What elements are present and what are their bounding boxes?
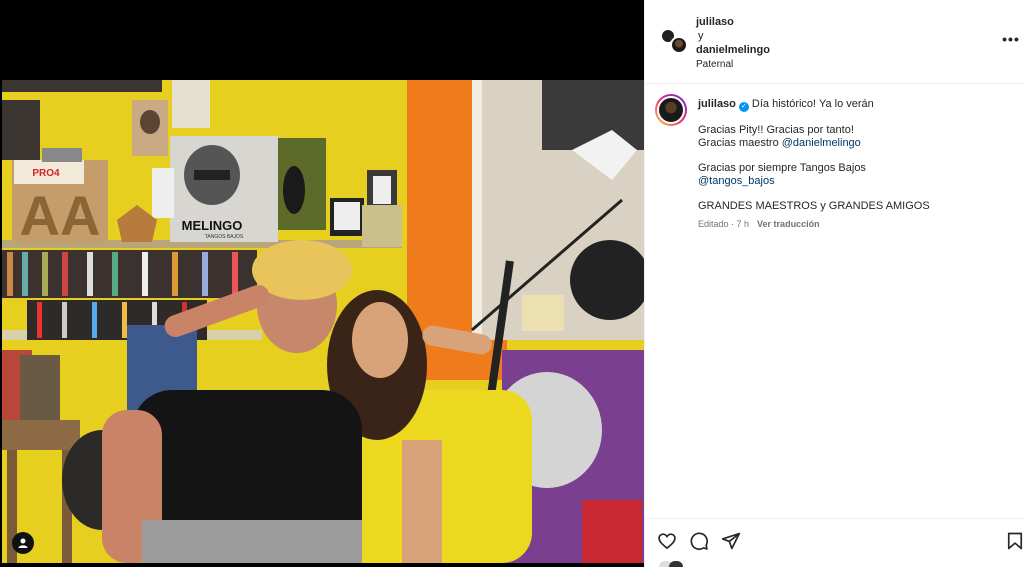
caption-line: GRANDES MAESTROS y GRANDES AMIGOS	[698, 200, 930, 212]
bookmark-icon	[1007, 532, 1023, 550]
more-horizontal-icon: •••	[1002, 31, 1020, 47]
username-link[interactable]: julilaso	[696, 15, 770, 29]
post-media: MELINGO TANGOS BAJOS AA PRO4	[0, 0, 644, 567]
svg-text:AA: AA	[20, 184, 101, 247]
tagged-users-button[interactable]	[12, 532, 34, 554]
verified-badge-icon: ✓	[738, 102, 749, 112]
collab-names: julilaso y danielmelingo Paternal	[696, 15, 770, 72]
edited-timestamp: Editado · 7 h	[698, 219, 750, 229]
avatar[interactable]	[670, 36, 688, 54]
save-button[interactable]	[1005, 531, 1024, 551]
caption-line: Gracias Pity!! Gracias por tanto!	[698, 124, 854, 136]
avatar[interactable]	[655, 94, 687, 126]
post-actions	[645, 518, 1024, 567]
location-link[interactable]: Paternal	[696, 58, 770, 72]
share-button[interactable]	[721, 531, 741, 551]
translate-link[interactable]: Ver traducción	[757, 219, 820, 229]
username-link[interactable]: danielmelingo	[696, 43, 770, 57]
post-photo[interactable]: MELINGO TANGOS BAJOS AA PRO4	[2, 80, 644, 563]
like-button[interactable]	[657, 531, 677, 551]
avatar	[669, 561, 683, 567]
album-title: MELINGO	[182, 218, 243, 233]
user-icon	[18, 538, 28, 548]
caption-line: Día histórico! Ya lo verán	[751, 98, 874, 110]
heart-icon	[658, 533, 676, 550]
sign-text: PRO4	[32, 168, 60, 179]
send-icon	[721, 532, 741, 550]
caption-username[interactable]: julilaso	[698, 98, 736, 110]
mention-link[interactable]: @danielmelingo	[782, 137, 861, 149]
caption-line: Gracias por siempre Tangos Bajos	[698, 162, 866, 174]
comment-icon	[690, 532, 709, 551]
post-side-panel: julilaso y danielmelingo Paternal ••• ju…	[644, 0, 1024, 567]
album-subtitle: TANGOS BAJOS	[205, 234, 244, 240]
collab-avatars[interactable]	[660, 28, 688, 56]
joiner-text: y	[698, 30, 704, 42]
comment-button[interactable]	[689, 531, 709, 551]
more-options-button[interactable]: •••	[1001, 31, 1021, 50]
mention-link[interactable]: @tangos_bajos	[698, 175, 998, 188]
post-header: julilaso y danielmelingo Paternal •••	[645, 0, 1024, 84]
caption-line: Gracias maestro	[698, 137, 782, 149]
